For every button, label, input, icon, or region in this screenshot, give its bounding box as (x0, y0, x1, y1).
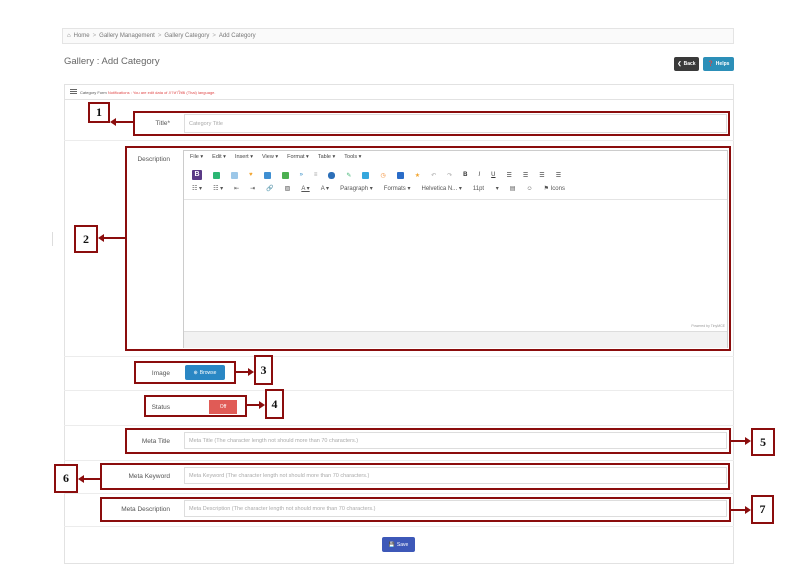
breadcrumb-add-category: Add Category (218, 33, 256, 39)
annotation-number-5: 5 (751, 428, 775, 456)
annotation-number-4: 4 (265, 389, 284, 419)
annotation-box-3 (134, 361, 236, 384)
breadcrumb-separator: > (92, 33, 97, 39)
breadcrumb-gallery-management[interactable]: Gallery Management (99, 33, 155, 39)
chevron-left-icon: ❮ (677, 61, 682, 67)
home-icon[interactable]: ⌂ (67, 33, 71, 39)
divider (64, 493, 734, 494)
annotation-number-3: 3 (254, 355, 273, 385)
help-button-label: Helps (715, 61, 730, 67)
menu-icon (70, 88, 77, 95)
page-title: Gallery : Add Category (64, 56, 160, 67)
back-button-label: Back (683, 61, 696, 67)
annotation-arrow-line-5 (731, 440, 745, 442)
form-notification: Category Form Notifications : You are ed… (80, 89, 216, 96)
form-title: Category Form (80, 90, 107, 95)
annotation-arrow-line-7 (731, 509, 745, 511)
annotation-arrow-line-6 (83, 478, 100, 480)
annotation-number-7: 7 (751, 495, 774, 524)
annotation-box-7 (100, 497, 731, 522)
annotation-arrow-line-4 (247, 404, 259, 406)
notification-text: Notifications : You are edit data of ภาษ… (107, 90, 216, 95)
divider (64, 356, 734, 357)
divider (64, 390, 734, 391)
annotation-box-5 (125, 428, 731, 454)
annotation-arrow-line-1 (115, 121, 133, 123)
question-icon: ❓ (707, 61, 714, 67)
breadcrumb-separator: > (157, 33, 162, 39)
save-button[interactable]: 💾 Save (382, 537, 415, 552)
annotation-number-6: 6 (54, 464, 78, 493)
divider (64, 425, 734, 426)
annotation-box-1 (133, 111, 730, 136)
annotation-box-4 (144, 395, 247, 417)
annotation-box-6 (100, 463, 730, 490)
annotation-number-1: 1 (88, 102, 110, 123)
back-button[interactable]: ❮ Back (674, 57, 699, 71)
divider (64, 526, 734, 527)
annotation-arrow-line-2 (103, 237, 125, 239)
annotation-box-2 (125, 146, 731, 351)
floppy-icon: 💾 (388, 541, 395, 548)
divider (52, 232, 53, 246)
breadcrumb-gallery-category[interactable]: Gallery Category (164, 33, 209, 39)
breadcrumb-separator: > (212, 33, 216, 39)
divider (64, 460, 734, 461)
breadcrumb: ⌂ Home > Gallery Management > Gallery Ca… (62, 28, 734, 44)
breadcrumb-home[interactable]: Home (74, 33, 90, 39)
annotation-number-2: 2 (74, 225, 98, 253)
save-button-label: Save (396, 541, 409, 548)
divider (64, 140, 734, 141)
annotation-arrow-line-3 (236, 371, 248, 373)
help-button[interactable]: ❓ Helps (703, 57, 734, 71)
